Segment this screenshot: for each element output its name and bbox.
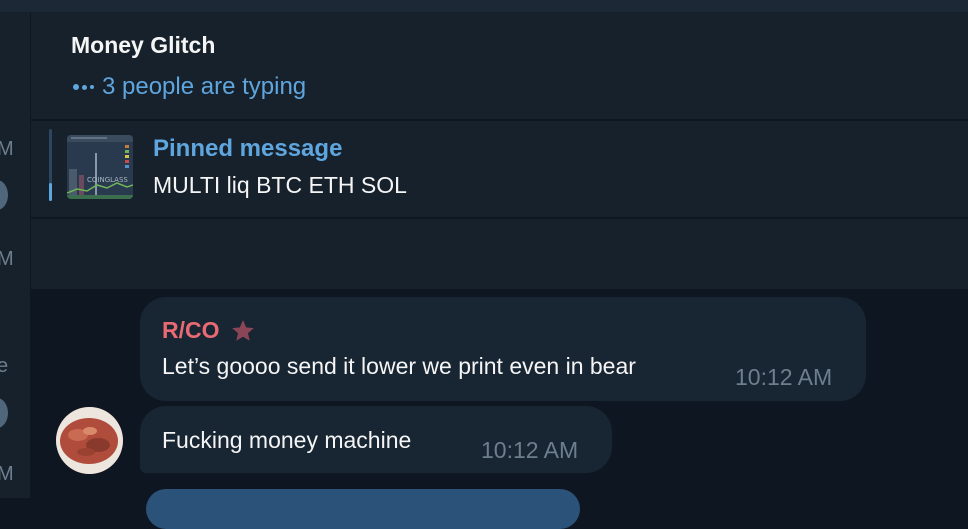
chat-title[interactable]: Money Glitch [71,32,215,59]
message-text: Let’s goooo send it lower we print even … [162,353,636,379]
typing-status-text: 3 people are typing [102,73,307,100]
pinned-thumbnail: COINGLASS [67,135,133,199]
message-bubble[interactable]: Fucking money machine 10:12 AM [140,406,612,473]
pinned-label: Pinned message [153,135,343,162]
chat-list-fragment: M [0,248,14,270]
chat-header[interactable]: Money Glitch 3 people are typing [31,12,968,119]
star-icon [231,319,254,341]
chat-list-sidebar[interactable]: M M e M [0,12,31,498]
chat-list-fragment: M [0,463,14,485]
chat-list-avatar[interactable] [0,398,8,428]
pinned-position-indicator [49,183,52,201]
pinned-text: MULTI liq BTC ETH SOL [153,172,407,198]
message-bubble[interactable]: R/CO Let’s goooo send it lower we print … [140,297,866,401]
message-bubble-partial[interactable] [146,489,580,529]
user-avatar[interactable] [56,407,123,474]
typing-dots-icon [73,84,94,90]
chat-list-fragment: M [0,138,14,160]
header-spacer [31,219,968,289]
sender-name[interactable]: R/CO [162,317,220,344]
window-top-strip [0,0,968,12]
message-time: 10:12 AM [481,437,579,463]
chat-list-avatar[interactable] [0,180,8,210]
pinned-message-bar[interactable]: COINGLASS Pinned message MULTI liq BTC E… [31,121,968,217]
chat-list-fragment: e [0,355,9,377]
message-sender: R/CO [162,317,256,344]
message-text: Fucking money machine [162,427,412,453]
typing-indicator: 3 people are typing [73,73,306,101]
svg-text:COINGLASS: COINGLASS [87,176,128,184]
message-time: 10:12 AM [735,364,833,390]
